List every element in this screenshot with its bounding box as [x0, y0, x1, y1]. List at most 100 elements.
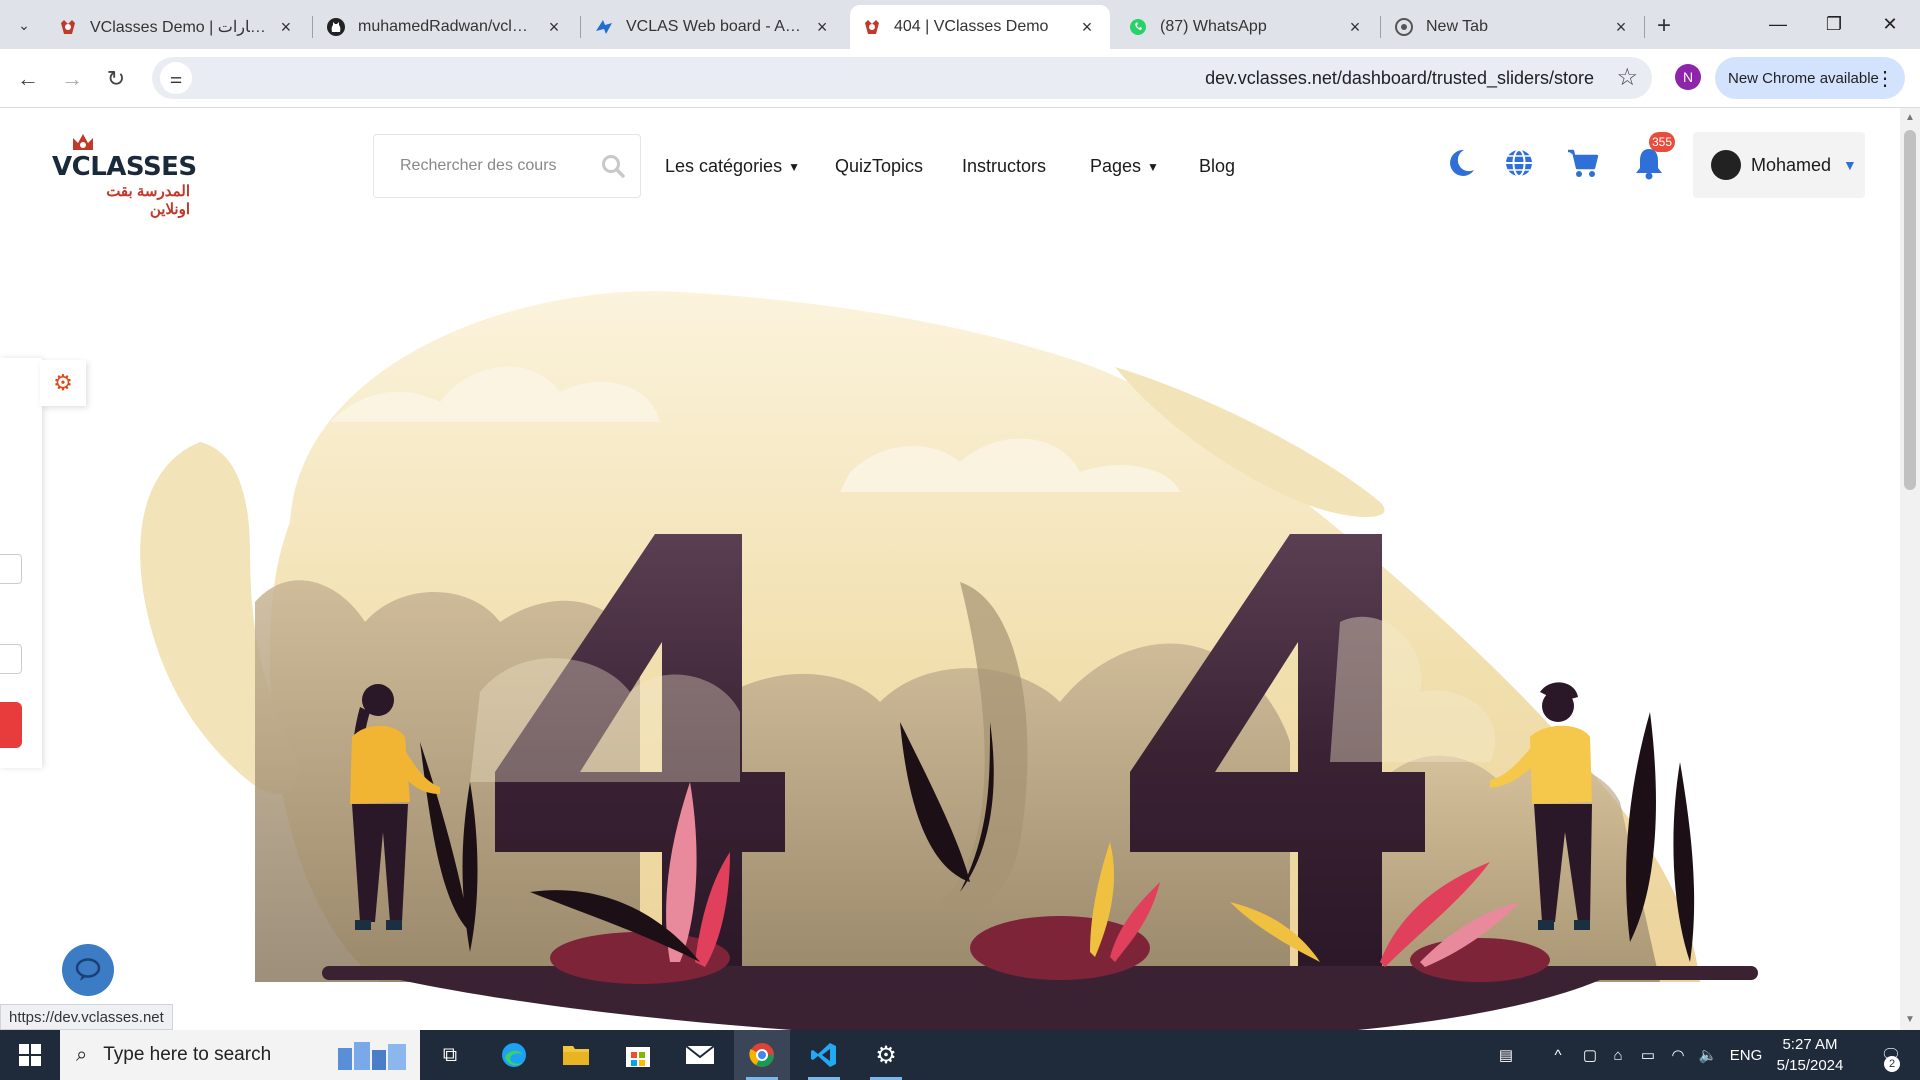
close-icon[interactable]: ×	[1076, 16, 1098, 38]
taskbar-search-box[interactable]: ⌕ Type here to search	[60, 1030, 420, 1080]
wifi-icon[interactable]: ◠	[1666, 1030, 1690, 1080]
forward-button[interactable]: →	[56, 63, 88, 95]
dark-mode-moon-icon[interactable]	[1444, 146, 1478, 180]
page-scrollbar[interactable]: ▲ ▼	[1900, 108, 1920, 1030]
taskbar-file-explorer[interactable]	[548, 1030, 604, 1080]
menu-pages[interactable]: Pages ▼	[1090, 156, 1159, 177]
menu-instructors[interactable]: Instructors	[962, 156, 1046, 177]
user-menu[interactable]: Mohamed ▼	[1693, 132, 1865, 198]
scroll-up-icon[interactable]: ▲	[1904, 112, 1916, 124]
volume-icon[interactable]: 🔈	[1696, 1030, 1720, 1080]
show-hidden-icons-button[interactable]: ^	[1546, 1030, 1570, 1080]
address-bar[interactable]: ⚌ dev.vclasses.net/dashboard/trusted_sli…	[152, 57, 1652, 99]
language-globe-icon[interactable]	[1502, 146, 1536, 180]
task-view-icon: ⧉	[442, 1043, 458, 1066]
link-status-bubble: https://dev.vclasses.net	[0, 1004, 173, 1030]
action-center-button[interactable]: 🗨	[1866, 1030, 1916, 1080]
chrome-icon	[1394, 17, 1414, 37]
minimize-button[interactable]: —	[1758, 8, 1798, 40]
vclasses-favicon	[862, 17, 882, 37]
close-icon[interactable]: ×	[544, 16, 564, 38]
action-center-count: 2	[1884, 1056, 1900, 1072]
gear-icon: ⚙	[875, 1041, 897, 1069]
tab-whatsapp[interactable]: (87) WhatsApp ×	[1116, 5, 1378, 49]
close-icon[interactable]: ×	[812, 16, 832, 38]
taskbar-chrome[interactable]	[734, 1030, 790, 1080]
taskbar-settings[interactable]: ⚙	[858, 1030, 914, 1080]
scroll-thumb[interactable]	[1904, 130, 1916, 490]
taskbar-clock[interactable]: 5:27 AM 5/15/2024	[1760, 1034, 1860, 1076]
shopping-cart-icon[interactable]	[1566, 146, 1600, 180]
close-icon[interactable]: ×	[276, 16, 296, 38]
clock-time: 5:27 AM	[1782, 1036, 1838, 1053]
chevron-up-icon: ^	[1554, 1046, 1562, 1064]
tab-vclasses-quizzes[interactable]: VClasses Demo | الأختبارات ×	[46, 5, 308, 49]
course-search-box[interactable]: Rechercher des cours	[373, 134, 641, 198]
notification-badge: 355	[1649, 132, 1675, 152]
close-window-button[interactable]: ✕	[1870, 8, 1910, 40]
panel-color-option[interactable]	[0, 644, 22, 674]
tab-new-tab[interactable]: New Tab ×	[1382, 5, 1644, 49]
restore-icon: ❐	[1825, 13, 1843, 34]
new-tab-button[interactable]: +	[1650, 12, 1678, 40]
taskbar-vscode[interactable]	[796, 1030, 852, 1080]
tab-separator	[1644, 16, 1645, 38]
restore-button[interactable]: ❐	[1814, 8, 1854, 40]
scroll-down-icon[interactable]: ▼	[1904, 1014, 1916, 1026]
menu-label: Blog	[1199, 156, 1236, 176]
vscode-icon	[811, 1043, 836, 1067]
reload-icon: ↻	[106, 66, 126, 91]
logo-text: VCLASSES	[52, 152, 197, 182]
menu-label: Instructors	[962, 156, 1047, 176]
reload-button[interactable]: ↻	[100, 63, 132, 95]
chrome-icon	[749, 1043, 774, 1067]
azure-devops-icon	[594, 17, 614, 37]
panel-color-option[interactable]	[0, 554, 22, 584]
chevron-down-icon: ⌄	[18, 16, 30, 33]
tab-title: (87) WhatsApp	[1160, 18, 1267, 35]
chevron-down-icon: ▼	[1147, 159, 1159, 174]
site-logo[interactable]: VCLASSES المدرسة بقت اونلاين	[50, 130, 197, 218]
close-icon[interactable]: ×	[1344, 16, 1366, 38]
url-text[interactable]: dev.vclasses.net/dashboard/trusted_slide…	[1205, 68, 1594, 89]
update-chrome-button[interactable]: New Chrome available ⋮	[1715, 57, 1905, 99]
meet-now-icon[interactable]: ▢	[1578, 1030, 1602, 1080]
tab-azure-board[interactable]: VCLAS Web board - Agile B ×	[582, 5, 844, 49]
start-button[interactable]	[0, 1030, 60, 1080]
settings-gear-button[interactable]: ⚙	[40, 360, 86, 406]
taskbar-store[interactable]	[610, 1030, 666, 1080]
battery-icon[interactable]: ▭	[1636, 1030, 1660, 1080]
profile-avatar[interactable]: N	[1675, 64, 1701, 90]
browser-toolbar: ← → ↻ ⚌ dev.vclasses.net/dashboard/trust…	[0, 49, 1920, 108]
windows-taskbar: ⌕ Type here to search ⧉ ⚙ ▤ ^ ▢ ⌂ ▭ ◠ 🔈 …	[0, 1030, 1920, 1080]
tab-github[interactable]: muhamedRadwan/vclasses ×	[314, 5, 576, 49]
plus-icon: +	[1656, 12, 1671, 39]
panel-action-button[interactable]	[0, 702, 22, 748]
site-info-button[interactable]: ⚌	[160, 62, 192, 94]
taskbar-edge[interactable]	[486, 1030, 542, 1080]
tab-404-active[interactable]: 404 | VClasses Demo ×	[850, 5, 1110, 49]
search-input[interactable]: Rechercher des cours	[400, 157, 557, 175]
search-icon[interactable]	[600, 153, 626, 179]
chevron-down-icon: ▼	[1843, 157, 1857, 173]
bookmark-star-icon[interactable]: ☆	[1616, 63, 1638, 92]
minimize-icon: —	[1769, 13, 1787, 34]
more-vert-icon[interactable]: ⋮	[1875, 66, 1895, 91]
menu-quiztopics[interactable]: QuizTopics	[835, 156, 923, 177]
search-icon: ⌕	[76, 1043, 88, 1066]
folder-icon	[563, 1046, 589, 1065]
menu-blog[interactable]: Blog	[1199, 156, 1235, 177]
edge-icon	[502, 1043, 526, 1067]
task-view-button[interactable]: ⧉	[422, 1030, 478, 1080]
taskbar-mail[interactable]	[672, 1030, 728, 1080]
github-icon	[326, 17, 346, 37]
close-icon[interactable]: ×	[1610, 16, 1632, 38]
network-app-icon[interactable]: ⌂	[1606, 1030, 1630, 1080]
tab-search-button[interactable]: ⌄	[8, 10, 40, 40]
back-button[interactable]: ←	[12, 63, 44, 95]
404-illustration: 404	[140, 291, 1758, 1030]
chat-button[interactable]	[62, 944, 114, 996]
news-widget-button[interactable]: ▤	[1486, 1030, 1526, 1080]
arrow-left-icon: ←	[17, 66, 39, 91]
menu-categories[interactable]: Les catégories ▼	[665, 156, 800, 177]
